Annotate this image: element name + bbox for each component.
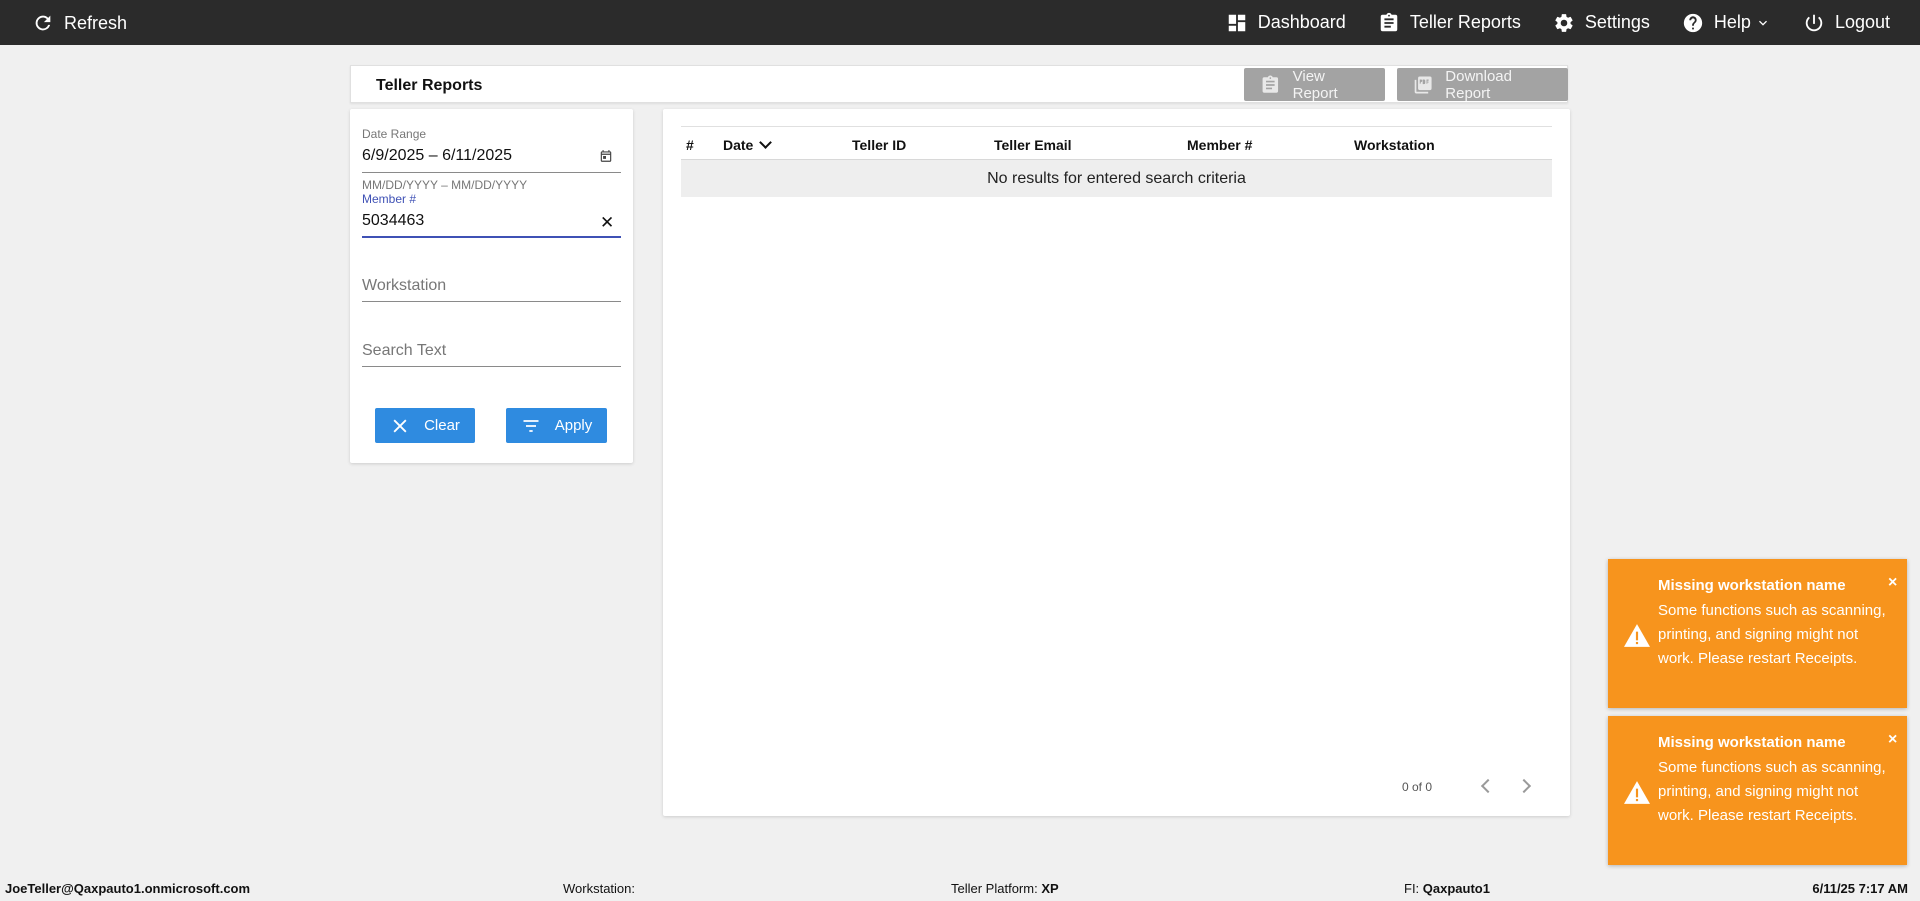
nav-dashboard[interactable]: Dashboard xyxy=(1226,12,1346,34)
clear-button[interactable]: Clear xyxy=(375,408,475,443)
workstation-underline xyxy=(362,301,621,302)
toast-message: Some functions such as scanning, printin… xyxy=(1658,602,1886,667)
download-report-button[interactable]: Download Report xyxy=(1397,67,1568,102)
clipboard-icon xyxy=(1262,75,1279,93)
date-range-underline xyxy=(362,172,621,173)
status-platform-label: Teller Platform: xyxy=(951,881,1038,896)
status-user: JoeTeller@Qaxpauto1.onmicrosoft.com xyxy=(5,881,251,896)
status-datetime: 6/11/25 7:17 AM xyxy=(1812,881,1908,896)
search-text-underline xyxy=(362,366,621,367)
gear-icon xyxy=(1555,13,1573,32)
workstation-input[interactable]: Workstation xyxy=(362,277,446,295)
view-report-button[interactable]: View Report xyxy=(1244,67,1385,102)
warning-icon xyxy=(1624,781,1650,804)
apply-button-label: Apply xyxy=(554,417,593,434)
nav-teller-reports[interactable]: Teller Reports xyxy=(1378,12,1521,34)
nav-help-label: Help xyxy=(1713,12,1751,32)
clipboard-icon xyxy=(1380,12,1398,31)
empty-results-message: No results for entered search criteria xyxy=(681,160,1552,197)
warning-toast: Missing workstation name Some functions … xyxy=(1608,716,1907,865)
toast-title: Missing workstation name xyxy=(1658,577,1846,594)
column-header-number[interactable]: # xyxy=(686,137,694,153)
status-workstation: Workstation: xyxy=(563,881,636,896)
chevron-right-icon[interactable] xyxy=(1516,778,1532,794)
date-range-label: Date Range xyxy=(362,127,427,141)
power-icon xyxy=(1805,14,1823,31)
warning-icon xyxy=(1624,624,1650,647)
refresh-label: Refresh xyxy=(64,12,128,33)
nav-help[interactable]: Help xyxy=(1682,12,1771,34)
calendar-icon[interactable] xyxy=(599,149,613,163)
chevron-left-icon[interactable] xyxy=(1480,778,1496,794)
column-header-member-number[interactable]: Member # xyxy=(1187,137,1252,153)
status-fi-value: Qaxpauto1 xyxy=(1422,881,1490,896)
main-nav: Dashboard Teller Reports Settings Help L… xyxy=(1226,0,1890,45)
dashboard-icon xyxy=(1228,14,1245,31)
page-header: Teller Reports View Report Download Repo… xyxy=(350,65,1568,103)
top-navbar: Refresh Dashboard Teller Reports Setting… xyxy=(0,0,1920,45)
results-panel: # Date Teller ID Teller Email Member # W… xyxy=(663,109,1570,816)
download-report-label: Download Report xyxy=(1445,67,1512,102)
toast-title: Missing workstation name xyxy=(1658,734,1846,751)
table-header: # Date Teller ID Teller Email Member # W… xyxy=(681,126,1552,160)
page-title: Teller Reports xyxy=(376,77,483,94)
warning-toast: Missing workstation name Some functions … xyxy=(1608,559,1907,708)
close-icon xyxy=(393,419,407,432)
member-number-input[interactable]: 5034463 xyxy=(362,212,424,230)
close-icon[interactable]: × xyxy=(1888,574,1897,592)
nav-settings[interactable]: Settings xyxy=(1553,12,1650,34)
nav-logout-label: Logout xyxy=(1834,12,1890,32)
status-fi-label: FI: xyxy=(1404,881,1420,896)
date-range-input[interactable]: 6/9/2025 – 6/11/2025 xyxy=(362,147,512,165)
status-platform-value: XP xyxy=(1041,881,1059,896)
column-header-workstation[interactable]: Workstation xyxy=(1354,137,1435,153)
status-fi: FI: Qaxpauto1 xyxy=(1404,881,1490,896)
refresh-icon xyxy=(35,15,51,31)
column-header-date[interactable]: Date xyxy=(723,136,773,153)
column-header-teller-id[interactable]: Teller ID xyxy=(852,137,906,153)
sort-desc-icon xyxy=(759,136,773,149)
filter-panel: Date Range 6/9/2025 – 6/11/2025 MM/DD/YY… xyxy=(350,109,633,463)
search-text-input[interactable]: Search Text xyxy=(362,342,446,360)
date-format-hint: MM/DD/YYYY – MM/DD/YYYY xyxy=(362,178,528,192)
nav-settings-label: Settings xyxy=(1584,12,1650,32)
chevron-down-icon xyxy=(1758,20,1767,26)
help-icon xyxy=(1683,13,1703,32)
toast-message: Some functions such as scanning, printin… xyxy=(1658,759,1886,824)
status-platform: Teller Platform: XP xyxy=(951,881,1059,896)
clear-button-label: Clear xyxy=(424,417,460,434)
nav-teller-reports-label: Teller Reports xyxy=(1409,12,1521,32)
member-number-underline xyxy=(362,236,621,238)
filter-icon xyxy=(523,419,539,432)
pdf-icon xyxy=(1414,76,1432,93)
close-icon[interactable]: × xyxy=(1888,731,1897,749)
nav-dashboard-label: Dashboard xyxy=(1257,12,1346,32)
clear-input-icon[interactable]: ✕ xyxy=(600,213,614,233)
nav-logout[interactable]: Logout xyxy=(1803,12,1890,34)
pagination-count: 0 of 0 xyxy=(1402,780,1433,794)
status-bar: JoeTeller@Qaxpauto1.onmicrosoft.com Work… xyxy=(0,876,1920,901)
view-report-label: View Report xyxy=(1292,67,1338,102)
column-header-teller-email[interactable]: Teller Email xyxy=(994,137,1072,153)
member-number-label: Member # xyxy=(362,192,417,206)
column-header-date-label: Date xyxy=(723,137,754,153)
apply-button[interactable]: Apply xyxy=(506,408,607,443)
refresh-button[interactable]: Refresh xyxy=(32,12,127,34)
